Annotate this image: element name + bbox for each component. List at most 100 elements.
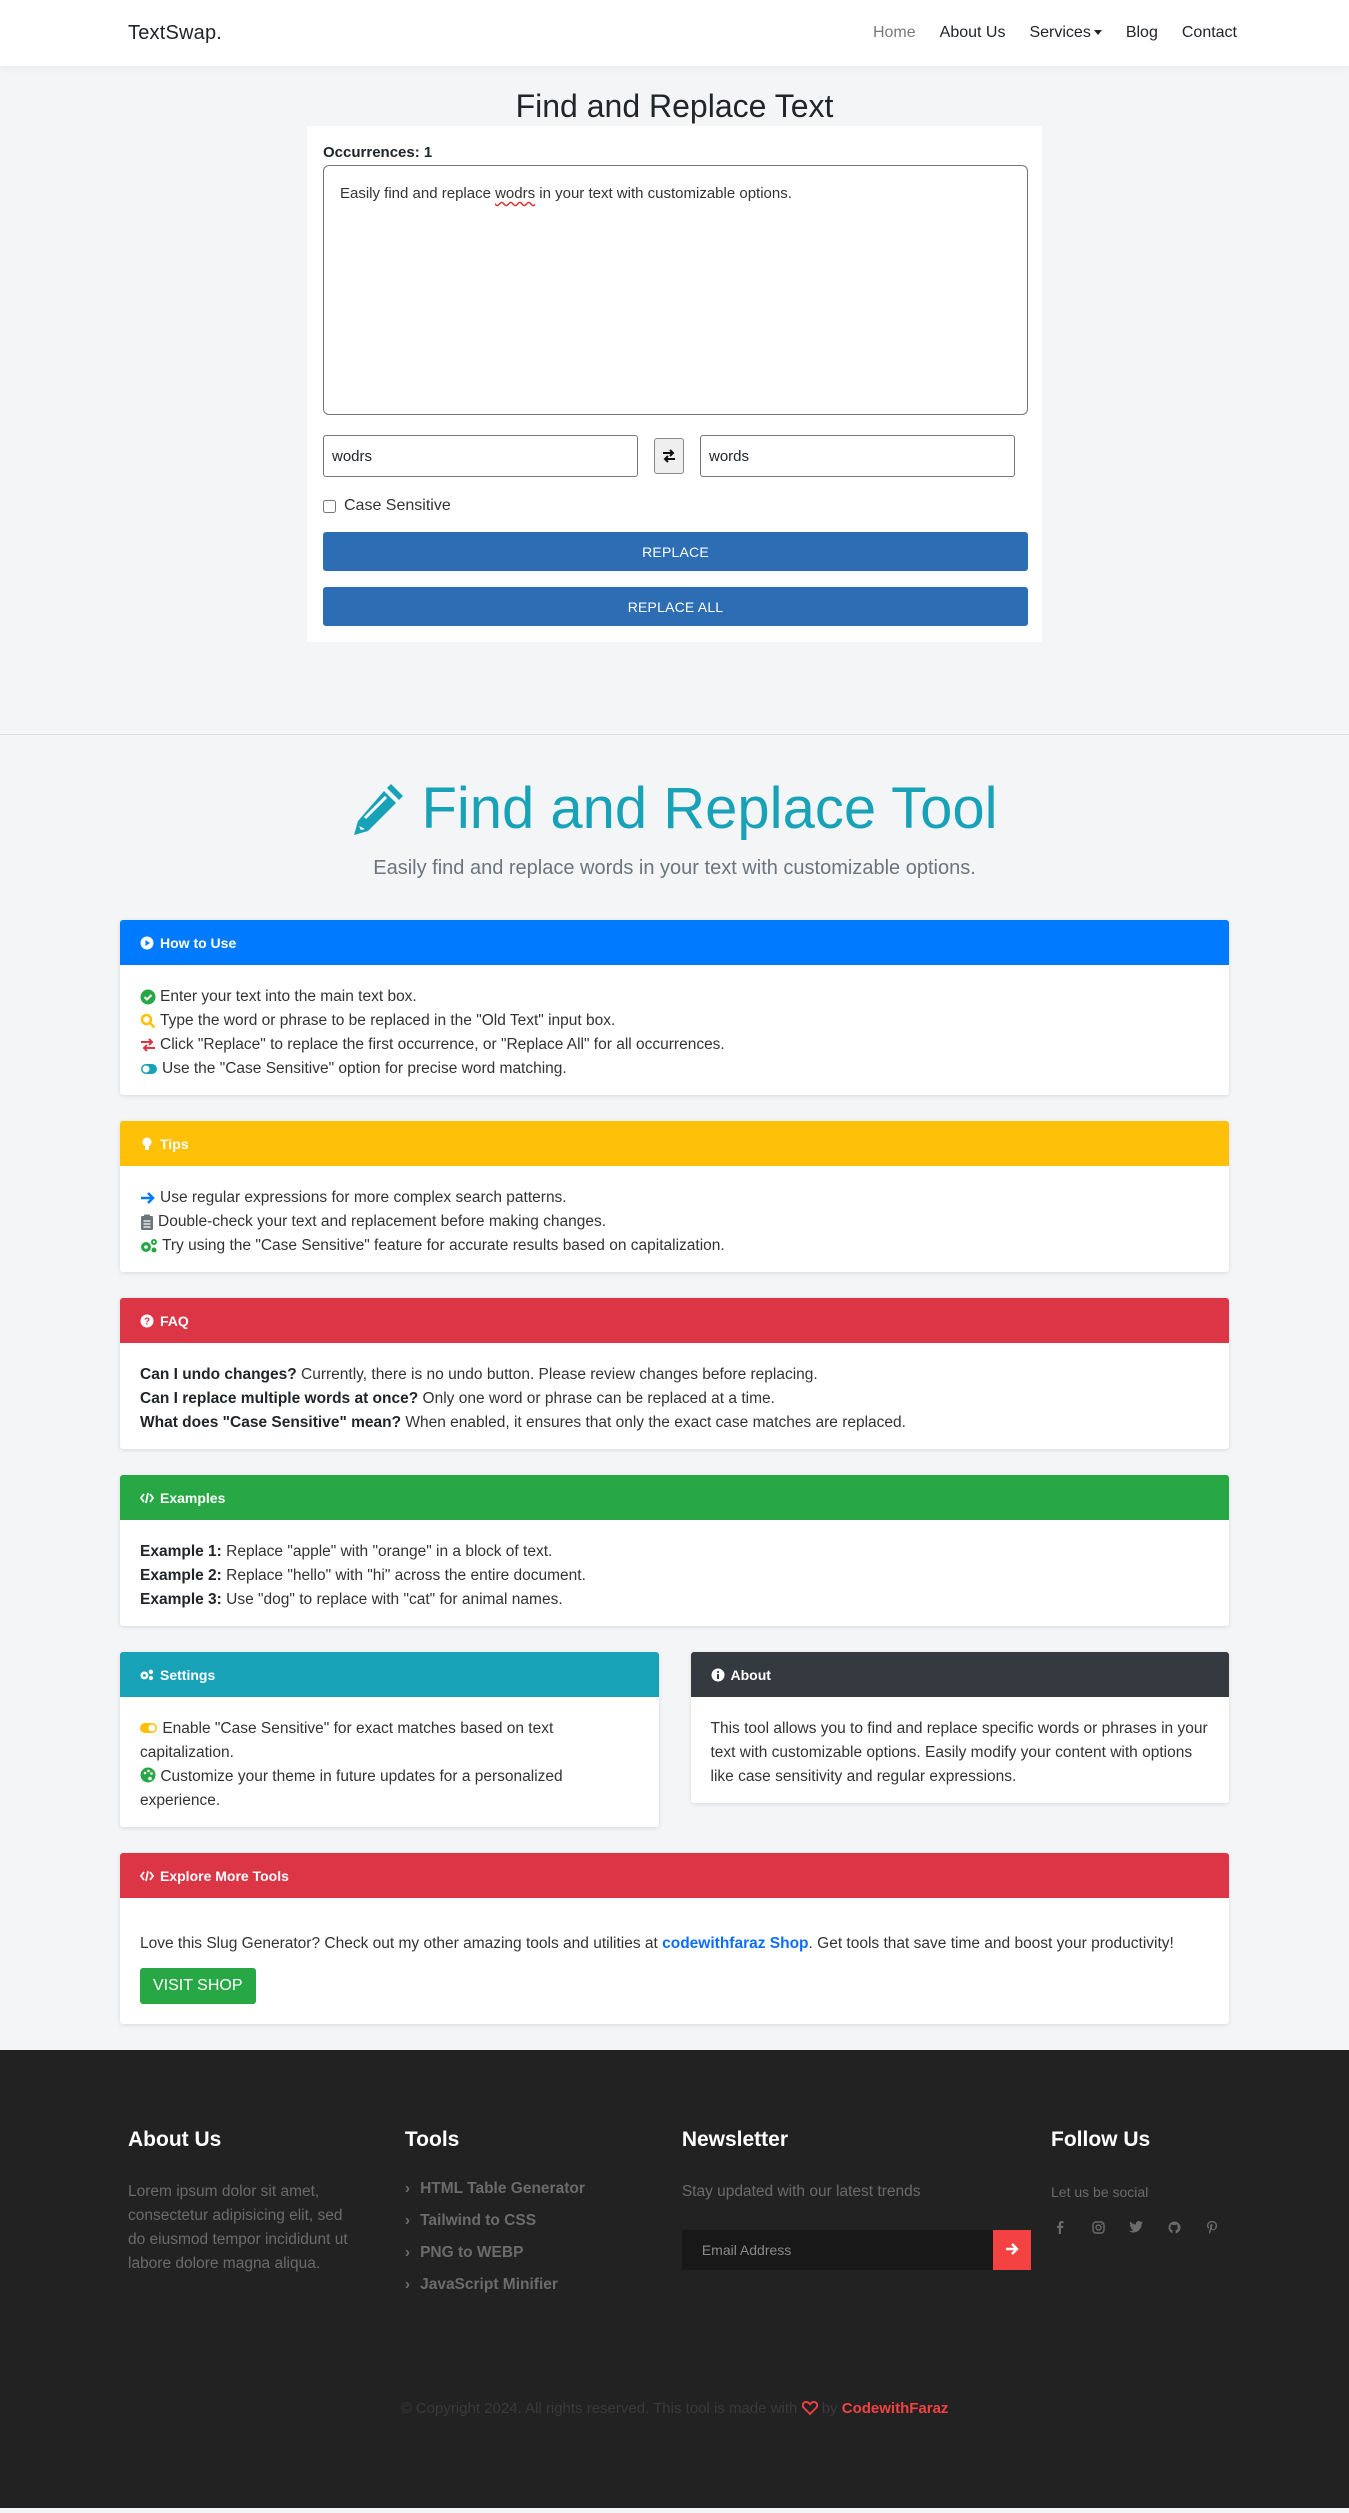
- explore-title: Explore More Tools: [160, 1867, 289, 1884]
- about-text: This tool allows you to find and replace…: [710, 1720, 1208, 1785]
- hero-title-text: Find and Replace Tool: [421, 776, 998, 841]
- footer-tool-link[interactable]: HTML Table Generator: [420, 2180, 585, 2198]
- text-after: in your text with customizable options.: [535, 185, 792, 202]
- example-item: Example 2: Replace "hello" with "hi" acr…: [140, 1564, 1209, 1588]
- replace-button[interactable]: REPLACE: [323, 532, 1028, 571]
- about-card: About This tool allows you to find and r…: [690, 1652, 1229, 1803]
- faq-answer: Only one word or phrase can be replaced …: [418, 1390, 775, 1407]
- footer: About Us Lorem ipsum dolor sit amet, con…: [0, 2050, 1349, 2508]
- list-item-text: Type the word or phrase to be replaced i…: [160, 1012, 616, 1029]
- find-replace-row: [323, 435, 1026, 477]
- lightbulb-icon: [142, 1137, 152, 1150]
- list-item-text: Try using the "Case Sensitive" feature f…: [162, 1237, 725, 1254]
- list-item: Enable "Case Sensitive" for exact matche…: [140, 1717, 639, 1765]
- toggle-on-icon: [141, 1064, 157, 1074]
- hero-title: Find and Replace Tool: [351, 776, 998, 841]
- faq-item: Can I replace multiple words at once? On…: [140, 1387, 1209, 1411]
- footer-tool-link[interactable]: JavaScript Minifier: [420, 2276, 558, 2294]
- example-item: Example 3: Use "dog" to replace with "ca…: [140, 1588, 1209, 1612]
- tips-body: Use regular expressions for more complex…: [120, 1166, 1229, 1272]
- nav-blog[interactable]: Blog: [1126, 24, 1158, 42]
- explore-card: Explore More Tools Love this Slug Genera…: [120, 1853, 1229, 2024]
- nav-about-us[interactable]: About Us: [940, 24, 1006, 42]
- nav-home[interactable]: Home: [873, 24, 916, 42]
- example-item: Example 1: Replace "apple" with "orange"…: [140, 1540, 1209, 1564]
- instagram-icon[interactable]: [1089, 2218, 1107, 2236]
- explore-body: Love this Slug Generator? Check out my o…: [120, 1898, 1229, 2024]
- info-cards: How to Use Enter your text into the main…: [120, 920, 1229, 2024]
- brand-logo[interactable]: TextSwap.: [128, 22, 222, 45]
- replace-input[interactable]: [700, 435, 1015, 477]
- footer-follow-text: Let us be social: [1051, 2184, 1149, 2200]
- chevron-right-icon: ›: [404, 2244, 411, 2261]
- list-item: Click "Replace" to replace the first occ…: [140, 1033, 1209, 1057]
- example-text: Replace "apple" with "orange" in a block…: [221, 1543, 553, 1560]
- pencil-icon: [354, 784, 404, 835]
- settings-about-row: Settings Enable "Case Sensitive" for exa…: [120, 1652, 1229, 1853]
- swap-button[interactable]: [654, 438, 684, 474]
- example-label: Example 3:: [140, 1591, 222, 1608]
- faq-title: FAQ: [160, 1312, 189, 1329]
- examples-title: Examples: [160, 1489, 226, 1506]
- list-item-text: Enter your text into the main text box.: [160, 988, 417, 1005]
- list-item-text: Click "Replace" to replace the first occ…: [160, 1036, 725, 1053]
- shop-link[interactable]: codewithfaraz Shop: [662, 1935, 808, 1952]
- arrow-right-icon: [141, 1192, 155, 1204]
- list-item: Use regular expressions for more complex…: [140, 1186, 1209, 1210]
- case-sensitive-option[interactable]: Case Sensitive: [323, 497, 1026, 515]
- chevron-right-icon: ›: [404, 2212, 411, 2229]
- tips-card: Tips Use regular expressions for more co…: [120, 1121, 1229, 1272]
- cogs-icon: [141, 1239, 157, 1253]
- nav-contact[interactable]: Contact: [1182, 24, 1237, 42]
- pinterest-icon[interactable]: [1203, 2218, 1221, 2236]
- case-sensitive-checkbox[interactable]: [323, 499, 336, 513]
- footer-follow: Follow Us Let us be social: [1051, 2128, 1221, 2308]
- nav-services-label: Services: [1029, 24, 1091, 41]
- tool-card: Occurrences: 1 Easily find and replace w…: [307, 126, 1042, 642]
- newsletter-form: [681, 2230, 1051, 2270]
- replace-all-button[interactable]: REPLACE ALL: [323, 587, 1028, 626]
- list-item: Try using the "Case Sensitive" feature f…: [140, 1234, 1209, 1258]
- chevron-right-icon: ›: [404, 2276, 411, 2293]
- example-text: Use "dog" to replace with "cat" for anim…: [221, 1591, 563, 1608]
- footer-columns: About Us Lorem ipsum dolor sit amet, con…: [128, 2128, 1221, 2308]
- svg-text:?: ?: [144, 1316, 150, 1327]
- faq-answer: When enabled, it ensures that only the e…: [401, 1414, 906, 1431]
- footer-follow-title: Follow Us: [1051, 2128, 1151, 2151]
- check-circle-icon: [140, 989, 156, 1005]
- nav-links: Home About Us Services Blog Contact: [873, 24, 1237, 42]
- footer-tool-link[interactable]: PNG to WEBP: [420, 2244, 523, 2262]
- footer-tool-link[interactable]: Tailwind to CSS: [420, 2212, 536, 2230]
- subscribe-button[interactable]: [992, 2230, 1031, 2270]
- footer-about: About Us Lorem ipsum dolor sit amet, con…: [128, 2128, 405, 2308]
- main-text-area[interactable]: Easily find and replace wodrs in your te…: [323, 165, 1028, 415]
- list-item: Type the word or phrase to be replaced i…: [140, 1009, 1209, 1033]
- list-item: Double-check your text and replacement b…: [140, 1210, 1209, 1234]
- explore-header: Explore More Tools: [120, 1853, 1229, 1898]
- faq-item: Can I undo changes? Currently, there is …: [140, 1363, 1209, 1387]
- nav-services[interactable]: Services: [1029, 24, 1102, 42]
- visit-shop-button[interactable]: VISIT SHOP: [140, 1968, 256, 2004]
- by-text: by: [821, 2400, 838, 2417]
- explore-text-after: . Get tools that save time and boost you…: [808, 1935, 1174, 1952]
- email-input[interactable]: [681, 2230, 993, 2270]
- list-item-text: Enable "Case Sensitive" for exact matche…: [140, 1720, 554, 1761]
- codewithfaraz-link[interactable]: CodewithFaraz: [842, 2400, 949, 2417]
- play-circle-icon: [140, 936, 154, 949]
- twitter-icon[interactable]: [1127, 2218, 1145, 2236]
- faq-item: What does "Case Sensitive" mean? When en…: [140, 1411, 1209, 1435]
- clipboard-list-icon: [141, 1214, 153, 1230]
- footer-tools-list: › HTML Table Generator › Tailwind to CSS ›…: [405, 2180, 682, 2294]
- find-input[interactable]: [323, 435, 638, 477]
- facebook-icon[interactable]: [1051, 2218, 1069, 2236]
- search-icon: [140, 1013, 156, 1029]
- heart-icon: [801, 2401, 818, 2416]
- faq-body: Can I undo changes? Currently, there is …: [120, 1343, 1229, 1449]
- code-icon: [140, 1870, 154, 1881]
- github-icon[interactable]: [1165, 2218, 1183, 2236]
- faq-question: Can I replace multiple words at once?: [140, 1390, 419, 1407]
- faq-header: ? FAQ: [120, 1298, 1229, 1343]
- how-to-use-body: Enter your text into the main text box. …: [120, 965, 1229, 1095]
- footer-about-title: About Us: [128, 2128, 222, 2151]
- example-text: Replace "hello" with "hi" across the ent…: [221, 1567, 586, 1584]
